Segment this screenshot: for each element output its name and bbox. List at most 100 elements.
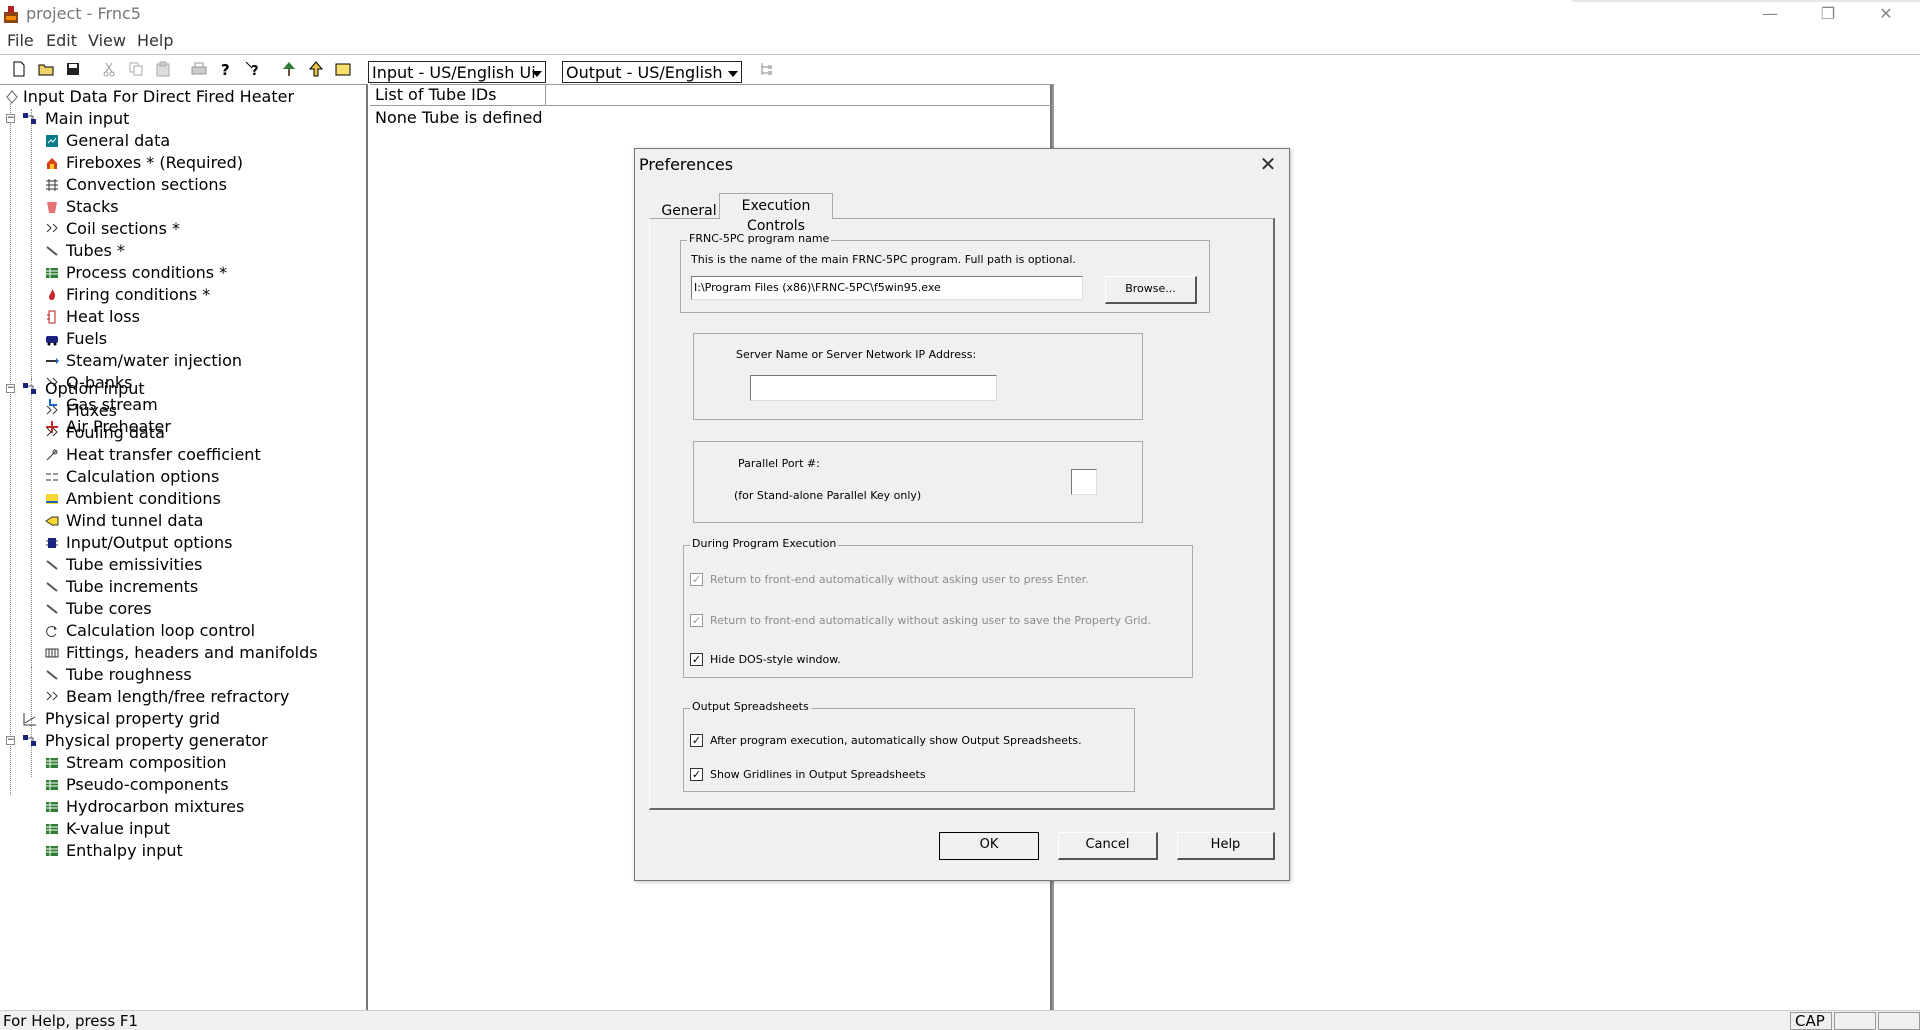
table-icon <box>46 824 58 834</box>
menu-view[interactable]: View <box>88 31 126 50</box>
close-button[interactable]: ✕ <box>1863 0 1909 28</box>
tree-item-label: Coil sections * <box>66 219 180 238</box>
tree-connector <box>31 379 32 697</box>
menu-file[interactable]: File <box>7 31 34 50</box>
save-icon[interactable] <box>64 60 82 78</box>
menu-edit[interactable]: Edit <box>46 31 77 50</box>
menu-help[interactable]: Help <box>137 31 173 50</box>
tree-item-label: K-value input <box>66 819 171 838</box>
show-spreadsheets-checkbox[interactable]: ✓ <box>690 734 703 747</box>
window-shadow <box>1572 0 1920 2</box>
output-units-dropdown[interactable]: Output - US/English <box>562 61 742 83</box>
copy-icon[interactable] <box>127 60 145 78</box>
tree-view-icon[interactable] <box>758 60 776 78</box>
status-text: For Help, press F1 <box>3 1012 139 1030</box>
tree-item-label: Tube increments <box>66 577 199 596</box>
flame-icon <box>49 289 56 301</box>
title-bar: project - Frnc5 — ❐ ✕ <box>0 0 1920 28</box>
chart-axis-icon <box>23 713 36 726</box>
tree-item-label: Pseudo-components <box>66 775 229 794</box>
wind-tunnel-icon <box>45 516 59 526</box>
heat-loss-icon <box>47 310 56 324</box>
tree-item-label: Tube roughness <box>66 665 192 684</box>
new-file-icon[interactable] <box>10 60 28 78</box>
help-button[interactable]: Help <box>1177 832 1275 860</box>
tube-list-empty-text: None Tube is defined <box>375 108 543 127</box>
program-description: This is the name of the main FRNC-5PC pr… <box>691 253 1076 266</box>
hide-dos-window-label: Hide DOS-style window. <box>710 653 841 666</box>
tube-icon <box>46 604 58 614</box>
paste-icon[interactable] <box>154 60 172 78</box>
collapse-main-input-toggle[interactable]: − <box>6 114 15 123</box>
input-units-dropdown[interactable]: Input - US/English Ui <box>368 61 546 83</box>
tree-item-label: Beam length/free refractory <box>66 687 290 706</box>
tube-icon <box>46 246 58 256</box>
cut-icon[interactable] <box>100 60 118 78</box>
tree-item-label: Fuels <box>66 329 108 348</box>
help-icon[interactable]: ? <box>217 60 235 78</box>
tree-item-label: Calculation loop control <box>66 621 256 640</box>
tree-item-label: Fireboxes * (Required) <box>66 153 244 172</box>
tree-item-label: Stream composition <box>66 753 227 772</box>
parallel-port-note: (for Stand-alone Parallel Key only) <box>734 489 922 502</box>
show-gridlines-label: Show Gridlines in Output Spreadsheets <box>710 768 926 781</box>
tree-item-label: Fluxes <box>66 401 117 420</box>
tree-item-label: Calculation options <box>66 467 220 486</box>
open-folder-icon[interactable] <box>37 60 55 78</box>
ambient-icon <box>46 494 58 504</box>
tab-execution-controls[interactable]: Execution Controls <box>719 193 833 234</box>
show-gridlines-checkbox[interactable]: ✓ <box>690 768 703 781</box>
return-frontend-enter-checkbox[interactable]: ✓ <box>690 573 703 586</box>
table-icon <box>46 846 58 856</box>
tree-root-label: Input Data For Direct Fired Heater <box>23 87 295 106</box>
chevron-down-icon <box>728 71 738 77</box>
execution-group: During Program Execution ✓ Return to fro… <box>683 537 1193 678</box>
status-bar: For Help, press F1 CAP <box>0 1010 1920 1030</box>
server-address-input[interactable] <box>750 375 997 401</box>
parallel-port-group: Parallel Port #: (for Stand-alone Parall… <box>693 441 1143 523</box>
tree-item-label: General data <box>66 131 171 150</box>
program-path-input[interactable]: I:\Program Files (x86)\FRNC-5PC\f5win95.… <box>691 276 1083 300</box>
tree-item-label: Input/Output options <box>66 533 233 552</box>
tube-icon <box>46 582 58 592</box>
list-column-header[interactable]: List of Tube IDs <box>370 84 546 106</box>
preferences-dialog: Preferences ✕ General Execution Controls… <box>634 148 1290 881</box>
injection-icon <box>46 358 59 364</box>
list-header-filler <box>546 84 1052 106</box>
tree-item-label: Tubes * <box>66 241 125 260</box>
io-options-icon <box>46 538 58 548</box>
menu-bar: File Edit View Help <box>0 28 1920 54</box>
show-spreadsheets-label: After program execution, automatically s… <box>710 734 1082 747</box>
tube-icon <box>46 670 58 680</box>
tree-node-label: Physical property grid <box>45 709 221 728</box>
print-icon[interactable] <box>190 60 208 78</box>
group-node-icon <box>23 383 36 394</box>
heater-root-icon <box>6 90 18 104</box>
collapse-option-input-toggle[interactable]: − <box>6 384 15 393</box>
run-tree-icon[interactable] <box>280 60 298 78</box>
tree-node-label: Main input <box>45 109 130 128</box>
toolbar: ? ? Input - US/English Ui Output - US/En… <box>0 54 1920 84</box>
tree-item-label: Heat transfer coefficient <box>66 445 261 464</box>
browse-button[interactable]: Browse... <box>1105 276 1197 304</box>
input-tree-panel: Input Data For Direct Fired Heater − Mai… <box>0 84 368 1010</box>
svg-text:?: ? <box>221 61 230 78</box>
up-arrow-icon[interactable] <box>307 60 325 78</box>
context-help-icon[interactable]: ? <box>244 60 262 78</box>
hide-dos-window-checkbox[interactable]: ✓ <box>690 653 703 666</box>
grid-icon <box>46 179 58 191</box>
ok-button[interactable]: OK <box>939 832 1039 860</box>
return-frontend-save-label: Return to front-end automatically withou… <box>710 614 1152 627</box>
cancel-button[interactable]: Cancel <box>1058 832 1158 860</box>
spreadsheets-group-title: Output Spreadsheets <box>690 700 811 713</box>
minimize-button[interactable]: — <box>1747 0 1793 28</box>
dialog-close-icon[interactable]: ✕ <box>1257 153 1279 175</box>
collapse-generator-toggle[interactable]: − <box>6 736 15 745</box>
group-node-icon <box>23 113 36 124</box>
restore-button[interactable]: ❐ <box>1805 0 1851 28</box>
folder-icon[interactable] <box>334 60 352 78</box>
parallel-port-input[interactable] <box>1071 469 1097 495</box>
num-indicator <box>1834 1012 1876 1030</box>
return-frontend-save-checkbox[interactable]: ✓ <box>690 614 703 627</box>
stack-icon <box>47 202 57 213</box>
